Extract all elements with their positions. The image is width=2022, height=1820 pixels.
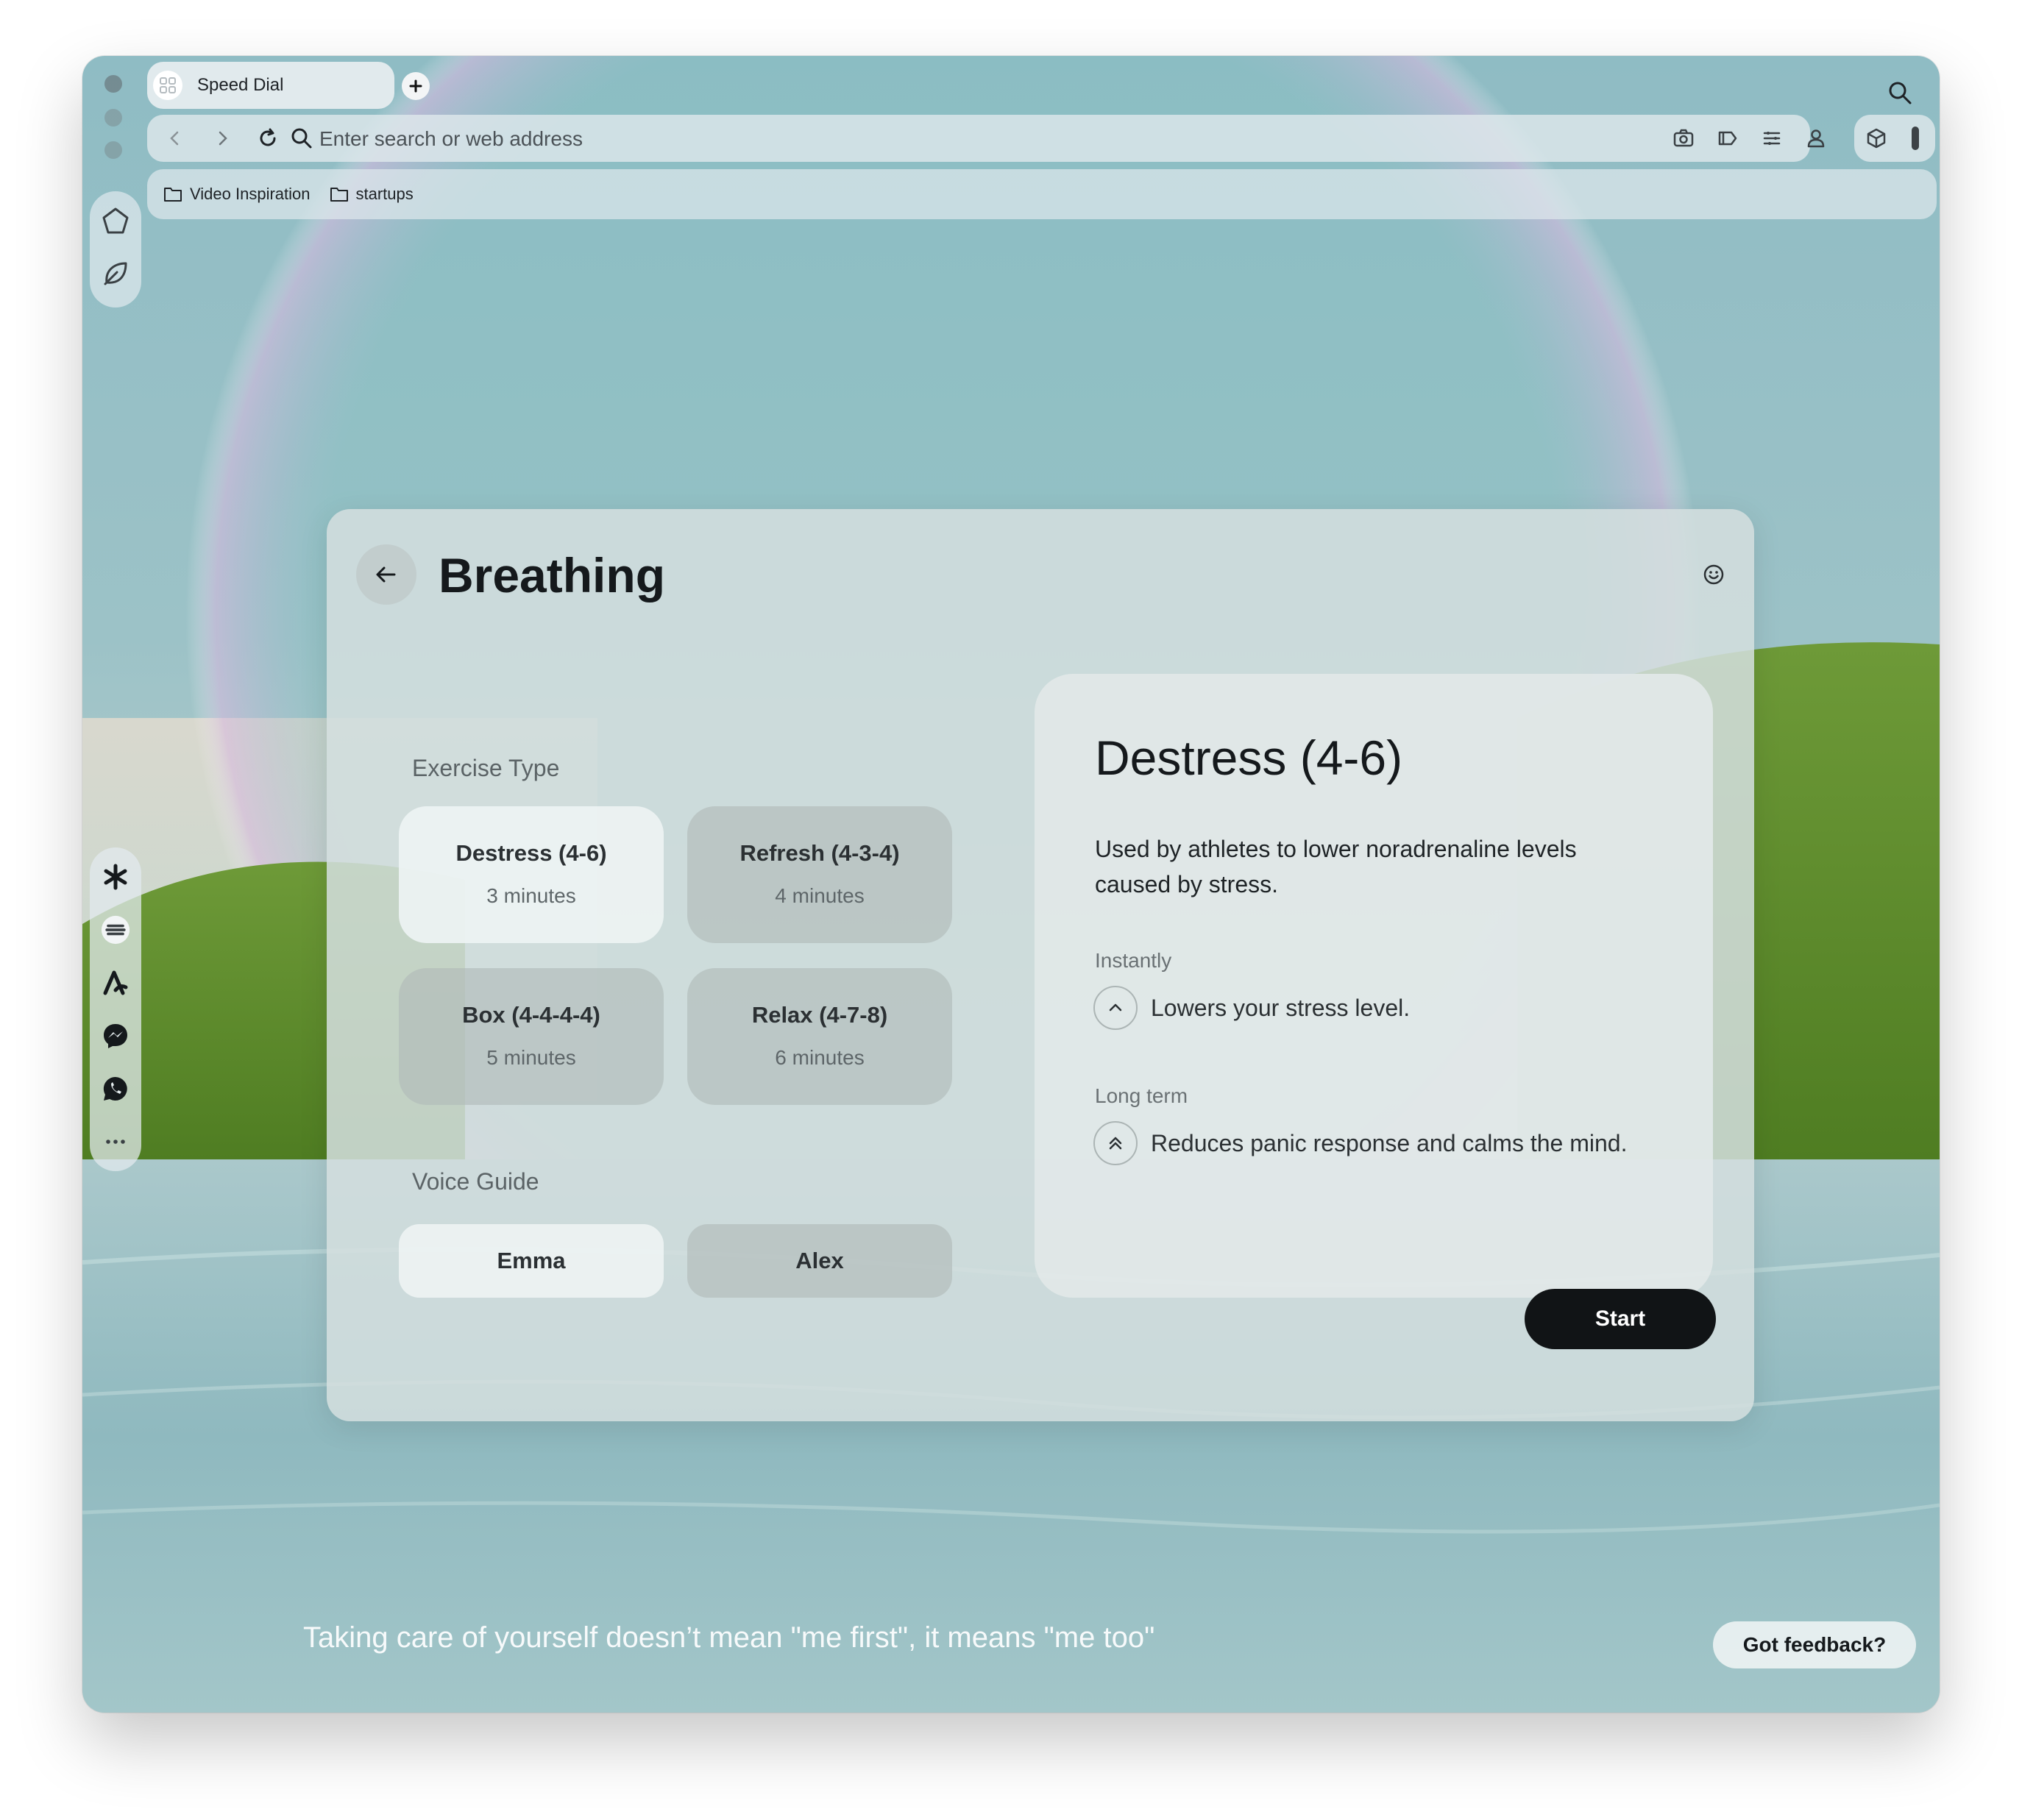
back-nav-button[interactable] [160, 124, 190, 153]
dialog-back-button[interactable] [356, 544, 416, 605]
tab-search-button[interactable] [1885, 78, 1915, 107]
exercise-option-box[interactable]: Box (4-4-4-4) 5 minutes [399, 968, 664, 1105]
extensions-area [1854, 115, 1935, 162]
start-button[interactable]: Start [1525, 1289, 1716, 1349]
home-icon [102, 207, 129, 234]
sidebar-more-button[interactable] [101, 1127, 130, 1156]
maximize-window-button[interactable] [104, 141, 122, 159]
instant-label: Instantly [1095, 949, 1172, 972]
exercise-duration: 6 minutes [775, 1046, 865, 1069]
exercise-duration: 5 minutes [486, 1046, 576, 1069]
search-icon [1889, 82, 1912, 104]
cube-icon [1867, 128, 1886, 149]
close-window-button[interactable] [104, 75, 122, 93]
leaf-icon [104, 262, 127, 285]
profile-icon [1807, 129, 1825, 148]
sidebar-app-arc[interactable] [101, 968, 130, 998]
long-term-benefit: Reduces panic response and calms the min… [1093, 1121, 1627, 1165]
sidebar-home-button[interactable] [101, 206, 130, 235]
stripe-icon [101, 915, 130, 945]
sidebar-app-messenger[interactable] [101, 1021, 130, 1051]
instant-benefit: Lowers your stress level. [1093, 986, 1410, 1030]
exercise-detail-panel: Destress (4-6) Used by athletes to lower… [1035, 674, 1713, 1298]
messenger-icon [104, 1024, 127, 1048]
sidebar-app-stripe[interactable] [101, 915, 130, 945]
menu-icon [1763, 132, 1781, 145]
dialog-title: Breathing [439, 548, 666, 602]
exercise-option-destress[interactable]: Destress (4-6) 3 minutes [399, 806, 664, 943]
detail-description: Used by athletes to lower noradrenaline … [1095, 836, 1577, 897]
exercise-name: Relax (4-7-8) [751, 1002, 888, 1028]
quote-text: Taking care of yourself doesn’t mean "me… [303, 1621, 1155, 1654]
more-icon [106, 1140, 125, 1144]
voice-option-emma[interactable]: Emma [399, 1224, 664, 1298]
chevron-right-icon [219, 131, 227, 146]
long-term-label: Long term [1095, 1084, 1188, 1107]
menu-button[interactable] [1757, 124, 1787, 153]
tag-icon [1718, 131, 1737, 146]
arrow-left-icon [376, 566, 396, 583]
smile-icon[interactable] [1701, 562, 1726, 587]
instant-benefit-text: Lowers your stress level. [1151, 994, 1411, 1021]
address-bar [147, 115, 1825, 163]
tag-button[interactable] [1713, 124, 1742, 153]
sidebar-top [90, 191, 141, 308]
exercise-name: Box (4-4-4-4) [462, 1002, 600, 1028]
folder-icon [164, 188, 182, 202]
feedback-button[interactable]: Got feedback? [1713, 1621, 1916, 1668]
address-search-icon [287, 124, 316, 153]
toolbar-resize-handle[interactable] [1912, 127, 1919, 150]
plus-icon [409, 79, 422, 93]
minimize-window-button[interactable] [104, 109, 122, 127]
chevron-up-icon [1093, 986, 1138, 1030]
forward-nav-button[interactable] [207, 124, 237, 153]
perplexity-icon [104, 864, 127, 890]
address-input[interactable] [318, 115, 1572, 163]
exercise-name: Refresh (4-3-4) [739, 840, 900, 866]
bookmark-label: Video Inspiration [190, 185, 311, 203]
voice-option-alex[interactable]: Alex [687, 1224, 952, 1298]
speed-dial-icon [153, 71, 182, 100]
whatsapp-icon [103, 1076, 127, 1101]
exercise-option-relax[interactable]: Relax (4-7-8) 6 minutes [687, 968, 952, 1105]
sidebar-app-perplexity[interactable] [101, 862, 130, 892]
bookmark-label: startups [355, 185, 414, 203]
bookmark-video-inspiration[interactable]: Video Inspiration [163, 185, 311, 204]
folder-icon [330, 188, 348, 202]
profile-button[interactable] [1801, 124, 1831, 153]
sidebar-leaf-button[interactable] [101, 259, 130, 288]
exercise-duration: 3 minutes [486, 884, 576, 907]
exercise-type-label: Exercise Type [412, 755, 560, 781]
voice-guide-label: Voice Guide [412, 1168, 539, 1195]
sidebar-app-whatsapp[interactable] [101, 1074, 130, 1103]
double-chevron-up-icon [1093, 1121, 1138, 1165]
sidebar-apps [90, 847, 141, 1171]
bookmarks-bar: Video Inspiration startups [147, 169, 1937, 219]
tab-speed-dial[interactable]: Speed Dial [147, 62, 394, 109]
exercise-option-refresh[interactable]: Refresh (4-3-4) 4 minutes [687, 806, 952, 943]
extensions-button[interactable] [1862, 124, 1891, 153]
browser-window: Speed Dial Enter search or web address V… [82, 56, 1940, 1713]
bookmark-startups[interactable]: startups [330, 185, 414, 204]
tab-title: Speed Dial [197, 75, 284, 95]
detail-title: Destress (4-6) [1095, 731, 1403, 785]
camera-icon [1673, 129, 1694, 147]
camera-button[interactable] [1669, 124, 1698, 153]
chevron-left-icon [170, 131, 179, 146]
new-tab-button[interactable] [402, 72, 430, 100]
long-term-benefit-text: Reduces panic response and calms the min… [1151, 1129, 1628, 1156]
arc-icon [103, 970, 128, 995]
reload-icon [260, 128, 276, 146]
breathing-dialog: Breathing Exercise Type Destress (4-6) 3… [327, 509, 1754, 1421]
reload-button[interactable] [253, 124, 283, 153]
exercise-duration: 4 minutes [775, 884, 865, 907]
exercise-name: Destress (4-6) [455, 840, 607, 866]
